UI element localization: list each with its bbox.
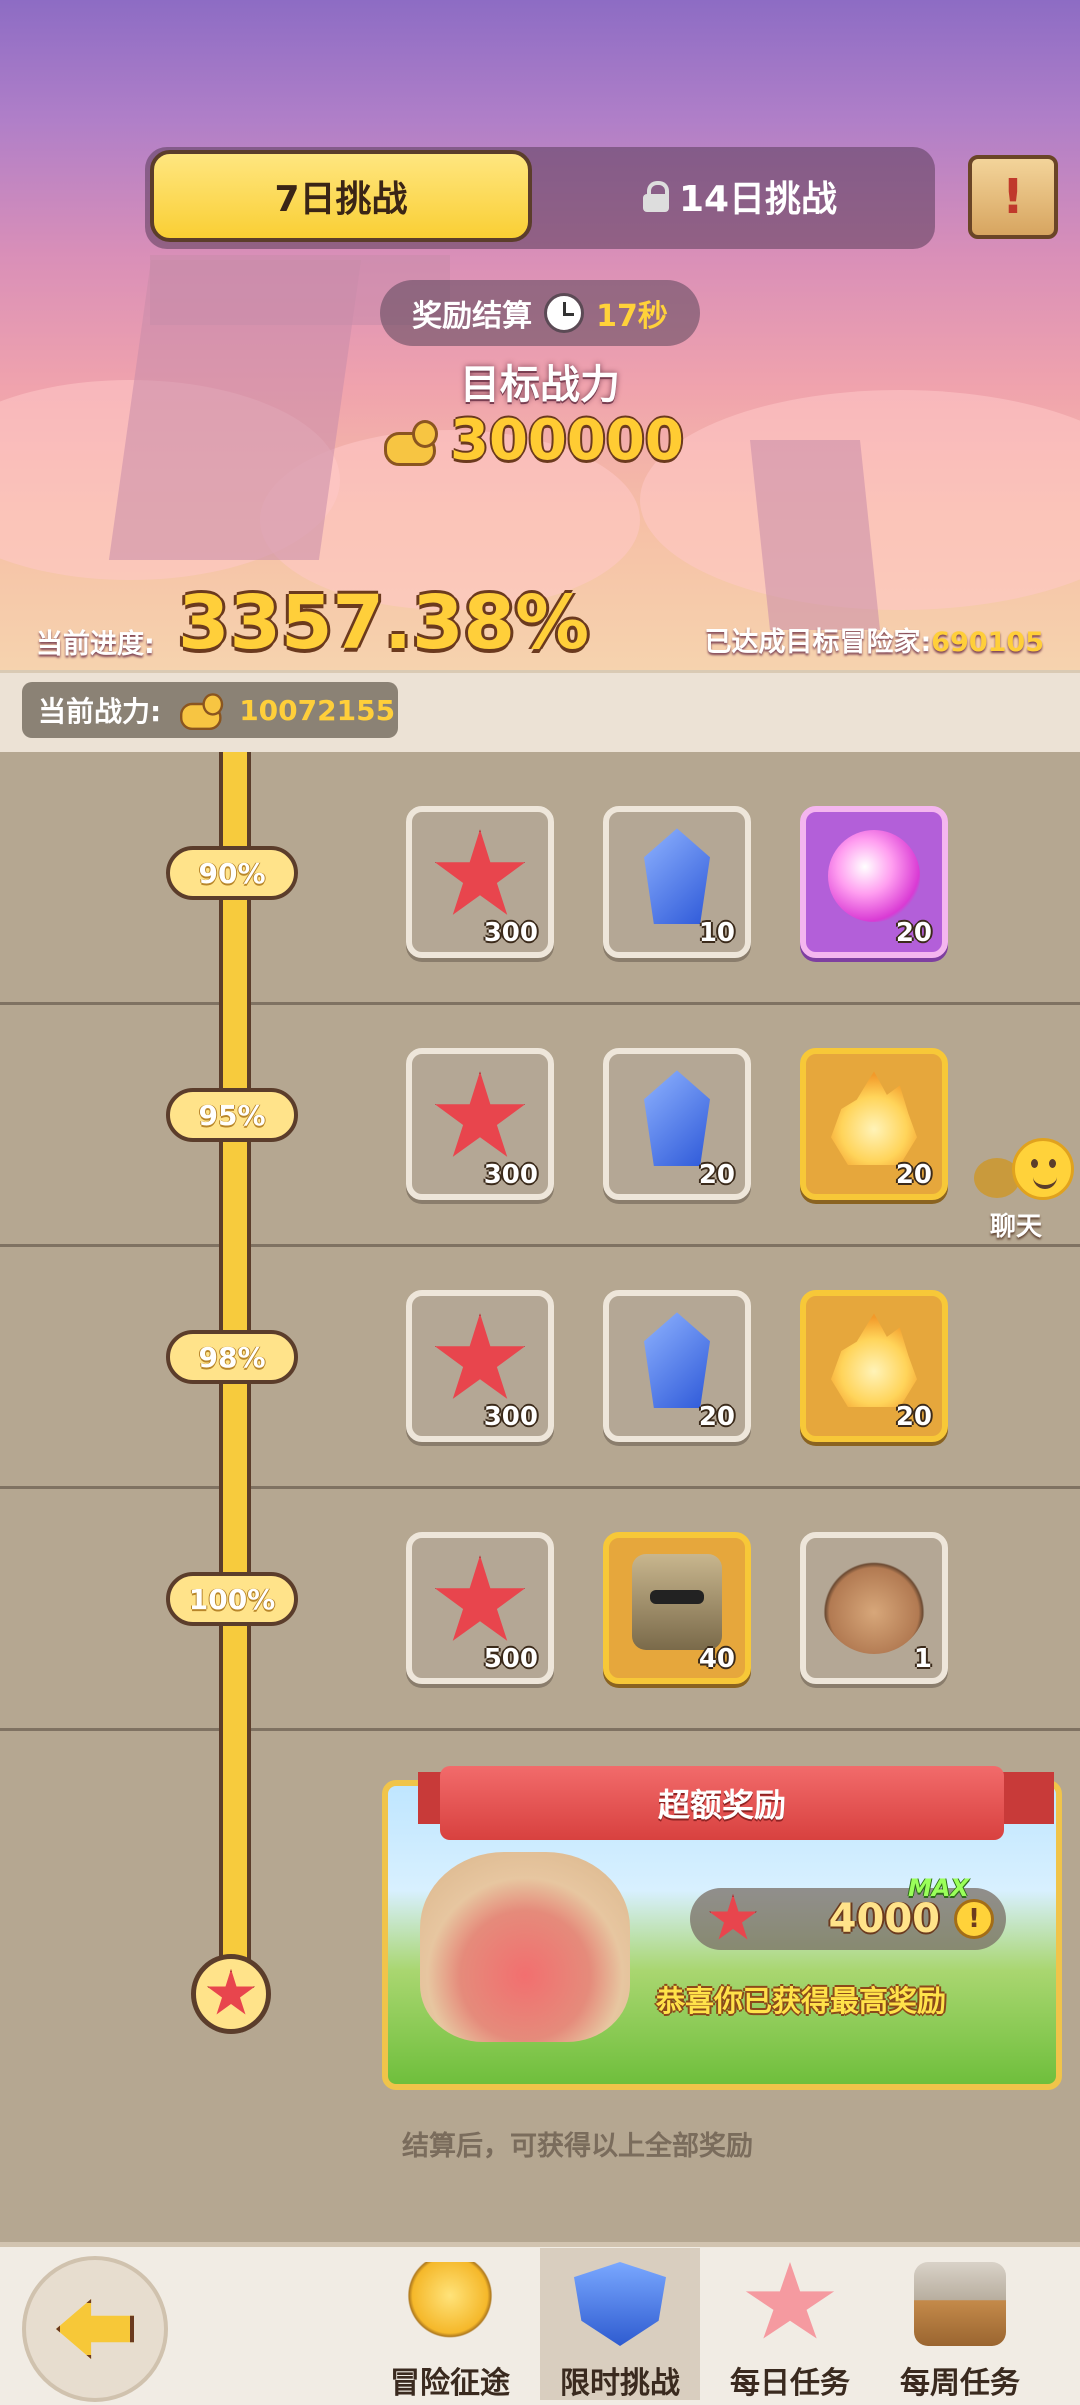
chef-hero-shard-icon	[632, 1554, 722, 1651]
golden-flame-icon	[831, 1313, 917, 1408]
target-power-value: 300000	[450, 408, 684, 473]
row-divider	[0, 1728, 1080, 1731]
milestone-percent-label: 90%	[198, 856, 266, 890]
reward-slot[interactable]: 10	[603, 806, 751, 958]
red-starfish-icon	[434, 1071, 526, 1157]
star-shield-icon	[574, 2262, 666, 2346]
reward-qty: 300	[483, 918, 538, 948]
bonus-message: 恭喜你已获得最高奖励	[656, 1984, 947, 2018]
milestone-percent-label: 98%	[198, 1340, 266, 1374]
settlement-timer-pill: 奖励结算 17秒	[380, 280, 700, 346]
reward-slot[interactable]: 20	[603, 1290, 751, 1442]
reward-slot[interactable]: 20	[800, 806, 948, 958]
current-power-label: 当前战力:	[38, 695, 162, 728]
bonus-title-ribbon: 超额奖励	[440, 1766, 1004, 1840]
chat-label[interactable]: 聊天	[990, 1206, 1042, 1243]
nav-label: 冒险征途	[390, 2366, 510, 2401]
settlement-label: 奖励结算	[412, 299, 533, 334]
reward-qty: 500	[483, 1644, 538, 1674]
reward-slot[interactable]: 500	[406, 1532, 554, 1684]
reward-slot[interactable]: 300	[406, 1290, 554, 1442]
milestone-percent-95: 95%	[166, 1088, 298, 1142]
row-divider	[0, 1002, 1080, 1005]
tab-14-day-label: 14日挑战	[678, 179, 838, 220]
reward-slot[interactable]: 300	[406, 806, 554, 958]
blue-crystal-icon	[644, 1070, 710, 1167]
reward-qty: 20	[698, 1160, 735, 1190]
red-starfish-icon	[434, 1555, 526, 1641]
reward-qty: 20	[698, 1402, 735, 1432]
treasure-chest-icon	[914, 2262, 1006, 2346]
reward-qty: 10	[698, 918, 735, 948]
starfish-icon	[745, 2262, 835, 2339]
settlement-footnote: 结算后，可获得以上全部奖励	[402, 2131, 753, 2162]
reward-slot[interactable]: 1	[800, 1532, 948, 1684]
nav-label: 每日任务	[730, 2366, 850, 2401]
reward-qty: 1	[913, 1644, 932, 1674]
progress-label: 当前进度:	[36, 629, 155, 660]
progress-value: 3357.38%	[178, 580, 590, 666]
milestone-percent-90: 90%	[166, 846, 298, 900]
settlement-timer: 17秒	[596, 299, 668, 334]
bonus-title: 超额奖励	[657, 1786, 786, 1824]
tab-7-day-label: 7日挑战	[274, 179, 408, 220]
reward-slot[interactable]: 20	[800, 1048, 948, 1200]
reward-slot[interactable]: 20	[800, 1290, 948, 1442]
milestone-percent-label: 95%	[198, 1098, 266, 1132]
pink-orb-icon	[828, 830, 920, 923]
flexed-arm-icon	[380, 418, 438, 466]
golden-flame-icon	[831, 1071, 917, 1166]
lock-icon	[642, 181, 669, 212]
red-starfish-icon	[434, 829, 526, 915]
reward-slot[interactable]: 20	[603, 1048, 751, 1200]
nav-weekly-tasks[interactable]: 每周任务	[880, 2248, 1040, 2401]
tab-14-day-challenge[interactable]: 14日挑战	[560, 150, 920, 242]
nav-label: 每周任务	[900, 2366, 1020, 2401]
current-power-value: 10072155	[239, 693, 396, 727]
back-arrow-icon	[56, 2299, 134, 2359]
milestone-percent-100: 100%	[166, 1572, 298, 1626]
achieved-label: 已达成目标冒险家:	[704, 627, 932, 658]
reward-slot[interactable]: 300	[406, 1048, 554, 1200]
milestone-percent-98: 98%	[166, 1330, 298, 1384]
reward-qty: 40	[698, 1644, 735, 1674]
nav-label: 限时挑战	[560, 2366, 680, 2401]
red-starfish-icon	[434, 1313, 526, 1399]
max-tag: MAX	[908, 1874, 969, 1902]
nav-daily-tasks[interactable]: 每日任务	[710, 2248, 870, 2401]
target-power-title: 目标战力	[460, 362, 620, 408]
raccoon-avatar-icon	[822, 1550, 926, 1655]
blue-crystal-icon	[644, 1312, 710, 1409]
achieved-adventurers: 已达成目标冒险家:690105	[704, 620, 1044, 659]
row-divider	[0, 1244, 1080, 1247]
target-power-row: 300000	[380, 408, 684, 473]
red-starfish-icon	[709, 1894, 757, 1940]
reward-qty: 300	[483, 1160, 538, 1190]
achieved-count: 690105	[931, 627, 1044, 658]
reward-qty: 300	[483, 1402, 538, 1432]
blue-crystal-icon	[644, 828, 710, 925]
red-starfish-icon	[207, 1969, 255, 2015]
chat-smiley-icon[interactable]	[1012, 1138, 1074, 1200]
clock-icon	[544, 293, 585, 333]
scroll-exclamation-icon: !	[1002, 169, 1024, 225]
nav-limited-challenge[interactable]: 限时挑战	[540, 2248, 700, 2401]
clam-treasure-icon	[420, 1852, 630, 2042]
reward-qty: 20	[895, 1402, 932, 1432]
nav-adventure-journey[interactable]: 冒险征途	[370, 2248, 530, 2401]
back-button[interactable]	[22, 2256, 168, 2402]
info-exclamation-icon[interactable]: !	[954, 1899, 994, 1939]
reward-slot[interactable]: 40	[603, 1532, 751, 1684]
reward-qty: 20	[895, 918, 932, 948]
flexed-arm-icon	[177, 692, 224, 731]
tab-7-day-challenge[interactable]: 7日挑战	[150, 150, 532, 242]
trophy-icon	[404, 2262, 496, 2346]
current-power-pill: 当前战力: 10072155	[22, 682, 398, 738]
row-divider	[0, 1486, 1080, 1489]
rules-scroll-button[interactable]: !	[968, 155, 1058, 239]
bonus-track-node	[191, 1954, 271, 2034]
bonus-value: 4000	[828, 1896, 940, 1942]
reward-qty: 20	[895, 1160, 932, 1190]
milestone-percent-label: 100%	[188, 1582, 276, 1616]
